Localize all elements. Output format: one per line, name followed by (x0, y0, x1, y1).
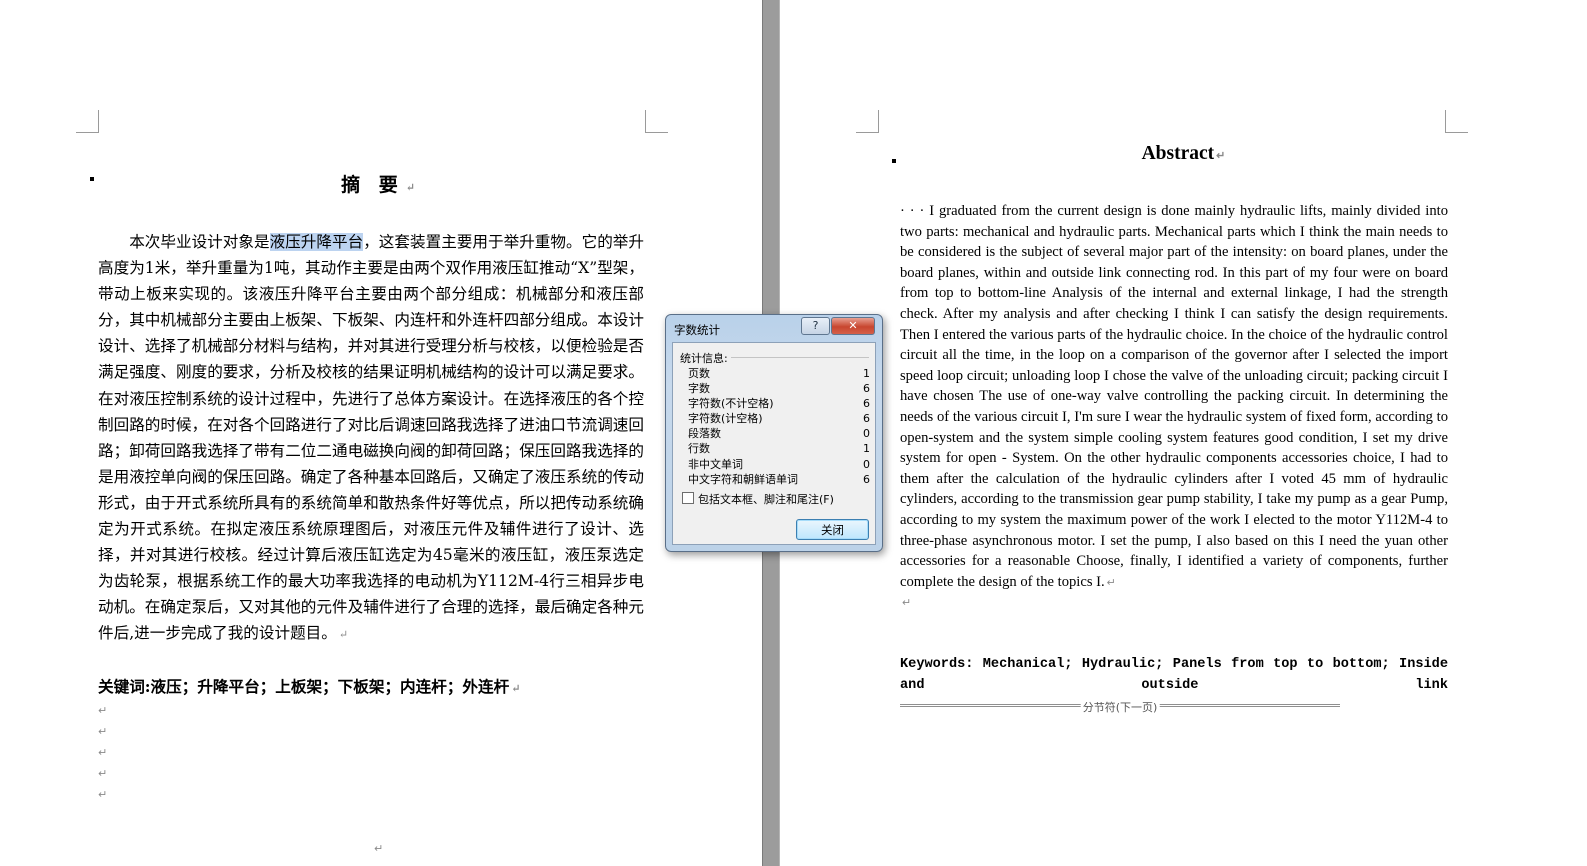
document-page-right[interactable]: Abstract ↵ · · · I graduated from the cur… (780, 0, 1587, 866)
paragraph-mark: ↵ (374, 842, 384, 855)
statistics-group-label: 统计信息: (680, 352, 728, 365)
stat-row-chars-no-spaces: 字符数(不计空格) 6 (688, 397, 870, 411)
stat-row-chars-with-spaces: 字符数(计空格) 6 (688, 412, 870, 426)
dialog-title: 字数统计 (674, 323, 720, 337)
crop-mark (856, 110, 879, 133)
chinese-abstract-title[interactable]: 摘 要 ↵ (0, 170, 762, 197)
checkbox-box[interactable] (682, 492, 694, 504)
paragraph-mark: ↵ (902, 597, 912, 610)
stat-row-paragraphs: 段落数 0 (688, 427, 870, 441)
stat-row-pages: 页数 1 (688, 367, 870, 380)
section-break: 分节符(下一页) (900, 696, 1340, 718)
stat-row-asian-chars: 中文字符和朝鲜语单词 6 (688, 472, 870, 486)
include-textboxes-checkbox[interactable]: 包括文本框、脚注和尾注(F) (682, 491, 834, 507)
crop-mark (645, 110, 668, 133)
stat-row-words: 字数 6 (688, 382, 870, 396)
group-divider (731, 357, 869, 358)
selected-text[interactable]: 液压升降平台 (269, 233, 364, 251)
chinese-keywords[interactable]: 关键词:液压；升降平台；上板架；下板架；内连杆；外连杆 ↵ (98, 675, 658, 697)
close-button[interactable]: 关闭 (796, 519, 869, 540)
english-abstract-body[interactable]: · · · I graduated from the current desig… (900, 201, 1448, 614)
help-button[interactable]: ? (801, 317, 830, 335)
english-abstract-title[interactable]: Abstract ↵ (780, 143, 1587, 165)
stat-row-non-asian-words: 非中文单词 0 (688, 457, 870, 471)
english-keywords[interactable]: Keywords: Mechanical; Hydraulic; Panels … (900, 654, 1448, 718)
empty-paragraphs: ↵ ↵ ↵ ↵ ↵ (98, 704, 108, 801)
word-count-dialog[interactable]: 字数统计 ? ✕ 统计信息: 页数 1 字数 6 字符数(不计空格) 6 字符数(计空… (665, 314, 883, 552)
document-page-left[interactable]: 摘 要 ↵ 本次毕业设计对象是液压升降平台，这套装置主要用于举升重物。它的举升高度… (0, 0, 762, 866)
chinese-abstract-body[interactable]: 本次毕业设计对象是液压升降平台，这套装置主要用于举升重物。它的举升高度为1米，举… (98, 229, 644, 649)
stat-row-lines: 行数 1 (688, 442, 870, 456)
statistics-list: 页数 1 字数 6 字符数(不计空格) 6 字符数(计空格) 6 段落数 0 行数 1 非中… (688, 366, 870, 487)
close-icon[interactable]: ✕ (831, 317, 875, 335)
dialog-content: 统计信息: 页数 1 字数 6 字符数(不计空格) 6 字符数(计空格) 6 段落数 0 … (672, 342, 876, 545)
crop-mark (1445, 110, 1468, 133)
crop-mark (76, 110, 99, 133)
